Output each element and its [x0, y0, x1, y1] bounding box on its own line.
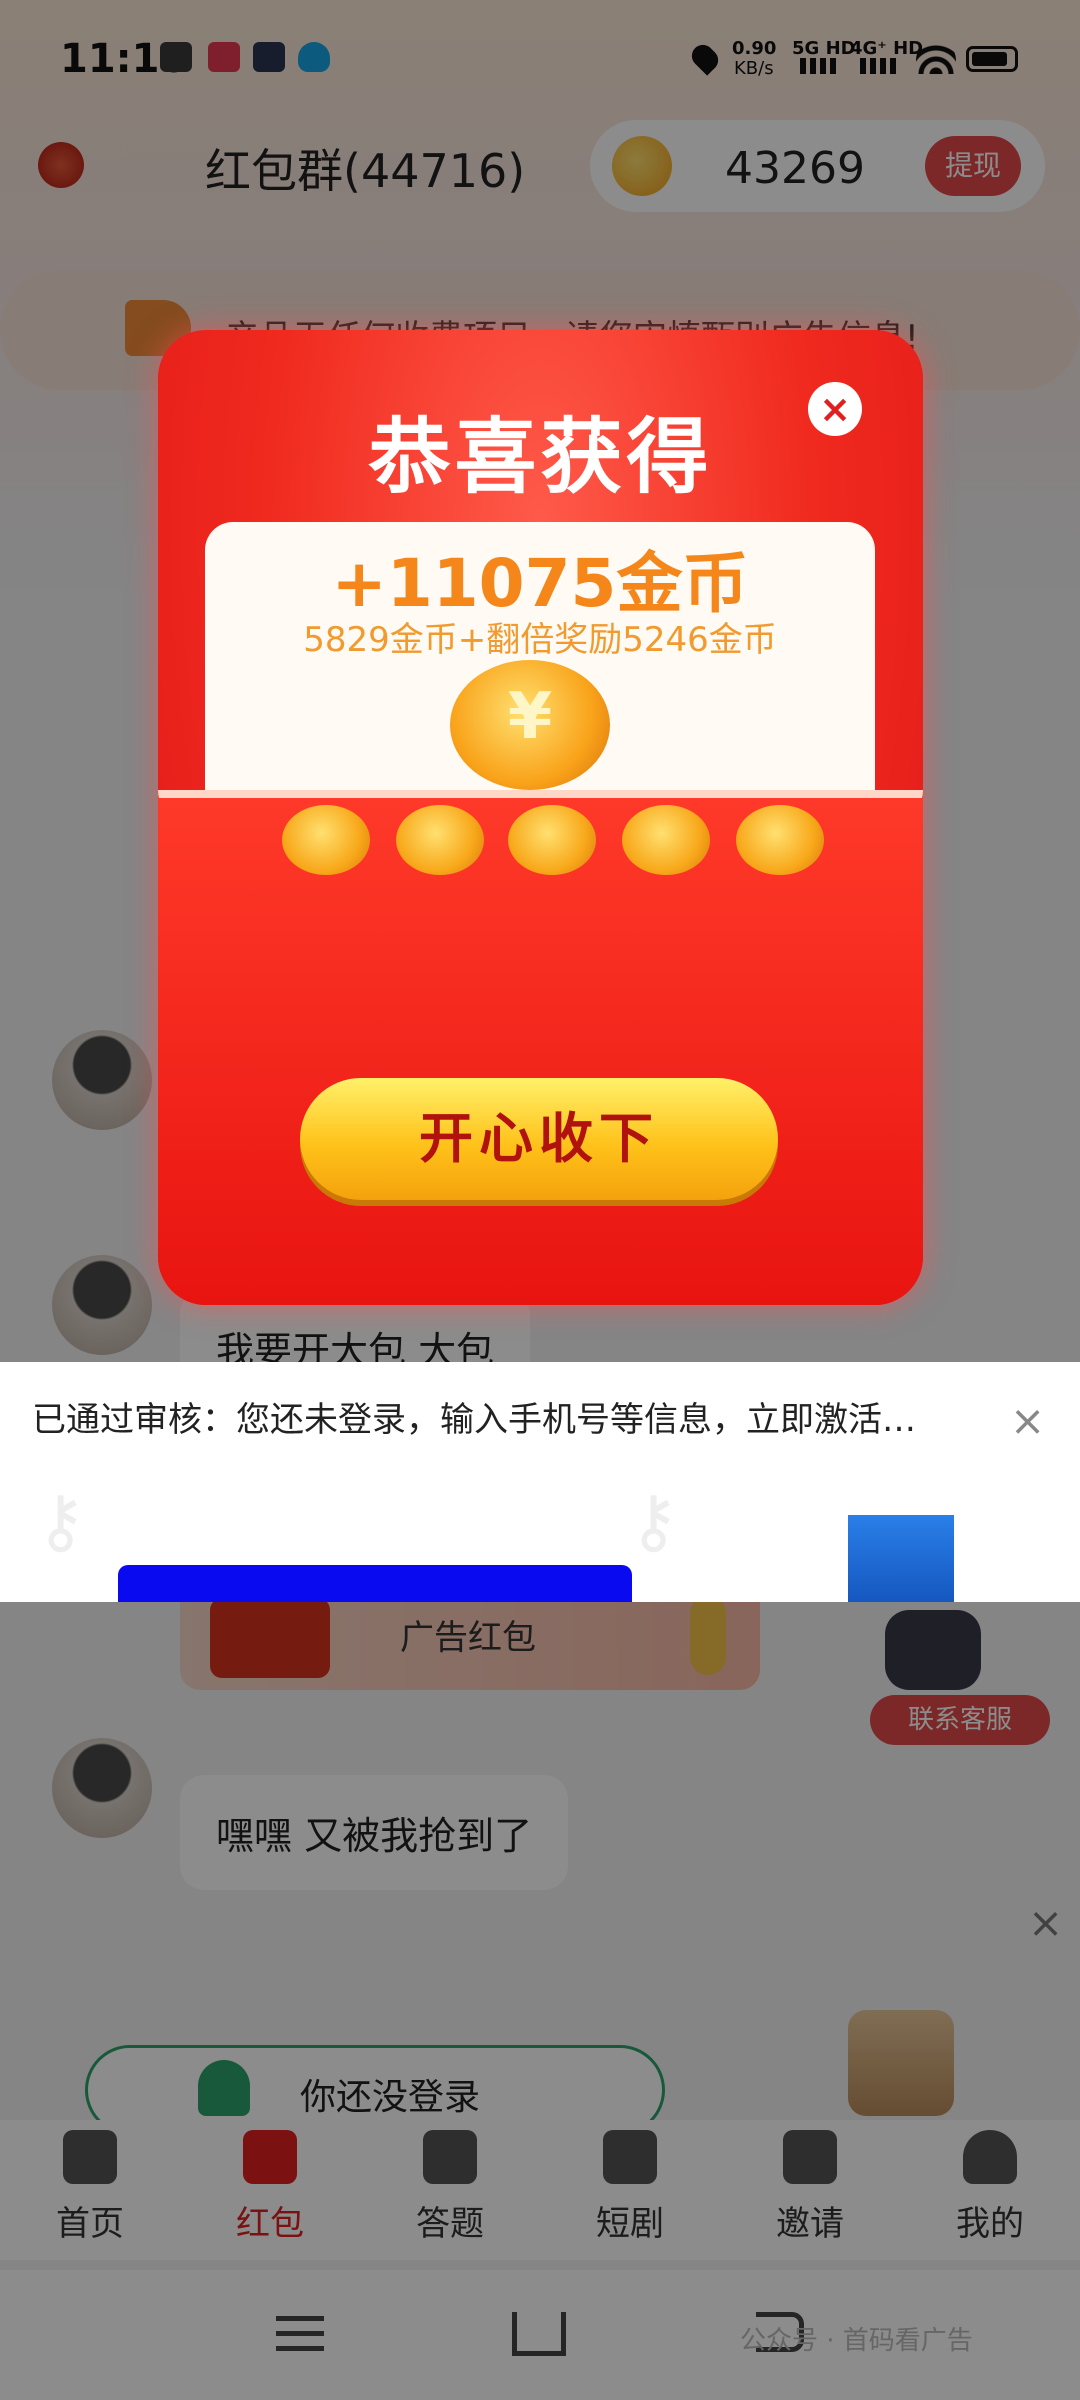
gold-coin-icon	[282, 805, 370, 875]
gold-coin-icon	[622, 805, 710, 875]
close-icon[interactable]: ×	[1010, 1396, 1045, 1445]
ad-banner-bar[interactable]	[118, 1565, 632, 1602]
prize-breakdown: 5829金币+翻倍奖励5246金币	[303, 620, 777, 660]
key-icon: ⚷	[628, 1480, 680, 1562]
gold-coin-icon	[396, 805, 484, 875]
watermark: 公众号 · 首码看广告	[740, 2326, 973, 2356]
close-icon[interactable]: ×	[808, 382, 862, 436]
ad-thumbnail[interactable]	[848, 1515, 954, 1602]
coin-stack-icon	[508, 805, 596, 875]
coin-stack-icon	[736, 805, 824, 875]
yen-glyph: ¥	[507, 680, 553, 754]
ad-banner-text: 已通过审核：您还未登录，输入手机号等信息，立即激活…	[32, 1400, 916, 1440]
accept-reward-button[interactable]: 开心收下	[300, 1078, 778, 1200]
key-icon: ⚷	[35, 1480, 87, 1562]
